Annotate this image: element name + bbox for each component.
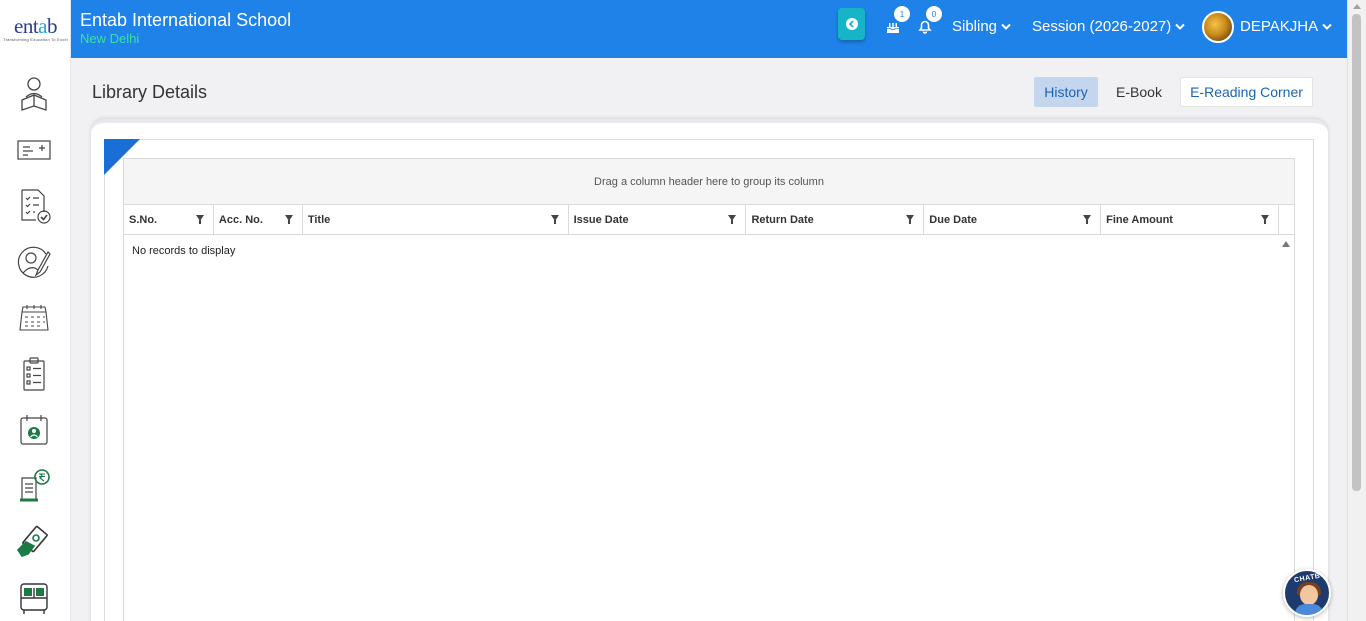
column-header-issue-date[interactable]: Issue Date	[569, 205, 747, 235]
scroll-up-arrow-icon[interactable]	[1353, 4, 1361, 9]
filter-icon[interactable]	[284, 215, 293, 224]
grid-header-spacer	[1279, 205, 1294, 235]
column-header-return-date[interactable]: Return Date	[746, 205, 925, 235]
filter-icon[interactable]	[550, 215, 559, 224]
chevron-down-icon	[1175, 23, 1185, 30]
user-avatar[interactable]	[1202, 11, 1234, 43]
school-name: Entab International School	[80, 10, 292, 30]
column-header-due-date[interactable]: Due Date	[924, 205, 1102, 235]
column-header-label: Issue Date	[573, 214, 629, 226]
tab-ebook[interactable]: E-Book	[1106, 77, 1172, 107]
session-label: Session (2026-2027)	[1032, 18, 1172, 35]
sidebar-item-fees[interactable]	[12, 465, 56, 507]
sidebar-item-tasks[interactable]	[12, 185, 56, 227]
notice-board-icon	[17, 140, 51, 160]
back-button[interactable]	[838, 8, 865, 40]
sidebar-item-notice[interactable]	[12, 129, 56, 171]
sidebar: entab Transforming Education To Excel	[0, 0, 71, 621]
column-header-label: Title	[307, 214, 331, 226]
clipboard-list-icon	[23, 357, 45, 391]
fee-receipt-icon	[20, 469, 50, 502]
chatbot-button[interactable]: CHATBOT	[1283, 569, 1331, 617]
column-header-fine-amount[interactable]: Fine Amount	[1101, 205, 1279, 235]
column-header-label: Acc. No.	[218, 214, 263, 226]
chatbot-avatar-face	[1300, 585, 1318, 605]
grid-header-row: S.No. Acc. No. Title Issue Date Return D…	[124, 205, 1294, 235]
sidebar-item-profile[interactable]	[12, 241, 56, 283]
filter-icon[interactable]	[728, 215, 737, 224]
page-scrollbar[interactable]	[1347, 0, 1366, 621]
birthday-count-badge: 1	[894, 6, 910, 22]
library-history-grid: Drag a column header here to group its c…	[123, 158, 1295, 621]
school-city: New Delhi	[80, 31, 140, 46]
tab-e-reading-corner[interactable]: E-Reading Corner	[1180, 77, 1313, 107]
column-header-label: Due Date	[929, 214, 977, 226]
top-header: Entab International School New Delhi 1 0…	[71, 0, 1347, 58]
column-header-sno[interactable]: S.No.	[124, 205, 214, 235]
checklist-icon	[21, 189, 51, 224]
grid-scroll-up-icon[interactable]	[1282, 241, 1290, 247]
column-header-title[interactable]: Title	[303, 205, 569, 235]
calendar-grid-icon	[19, 305, 49, 331]
scroll-thumb[interactable]	[1352, 14, 1361, 491]
notifications-button[interactable]: 0	[916, 6, 942, 36]
logo-wordmark: entab	[14, 14, 57, 38]
chevron-down-icon	[1001, 23, 1011, 30]
sidebar-item-calendar[interactable]	[12, 297, 56, 339]
column-header-label: Return Date	[751, 214, 814, 226]
column-header-label: S.No.	[129, 214, 158, 226]
sidebar-item-attendance[interactable]	[12, 409, 56, 451]
sibling-label: Sibling	[952, 18, 998, 35]
page-title: Library Details	[92, 82, 208, 102]
reading-student-icon	[21, 77, 47, 111]
notification-count-badge: 0	[926, 6, 942, 22]
tab-history[interactable]: History	[1034, 77, 1098, 107]
sidebar-item-reports[interactable]	[12, 353, 56, 395]
group-by-panel[interactable]: Drag a column header here to group its c…	[124, 159, 1294, 205]
school-bus-icon	[20, 583, 48, 614]
entab-logo[interactable]: entab Transforming Education To Excel	[0, 0, 71, 58]
profile-edit-icon	[17, 246, 51, 278]
sibling-dropdown[interactable]: Sibling	[952, 18, 1011, 35]
filter-icon[interactable]	[195, 215, 204, 224]
chevron-down-icon	[1322, 23, 1332, 30]
payment-hand-icon	[16, 525, 48, 557]
logo-tagline: Transforming Education To Excel	[3, 37, 68, 42]
birthday-button[interactable]: 1	[884, 6, 910, 36]
attendance-calendar-icon	[20, 415, 48, 445]
filter-icon[interactable]	[1083, 215, 1092, 224]
column-header-label: Fine Amount	[1106, 214, 1173, 226]
no-records-message: No records to display	[132, 245, 236, 257]
back-arrow-icon	[845, 18, 858, 30]
sidebar-item-payments[interactable]	[12, 521, 56, 563]
filter-icon[interactable]	[1260, 215, 1269, 224]
sidebar-item-library[interactable]	[12, 73, 56, 115]
user-name: DEPAKJHA	[1240, 18, 1319, 35]
user-menu-dropdown[interactable]: DEPAKJHA	[1240, 18, 1332, 35]
column-header-acc-no[interactable]: Acc. No.	[214, 205, 303, 235]
session-dropdown[interactable]: Session (2026-2027)	[1032, 18, 1185, 35]
filter-icon[interactable]	[906, 215, 915, 224]
sidebar-item-transport[interactable]	[12, 577, 56, 619]
